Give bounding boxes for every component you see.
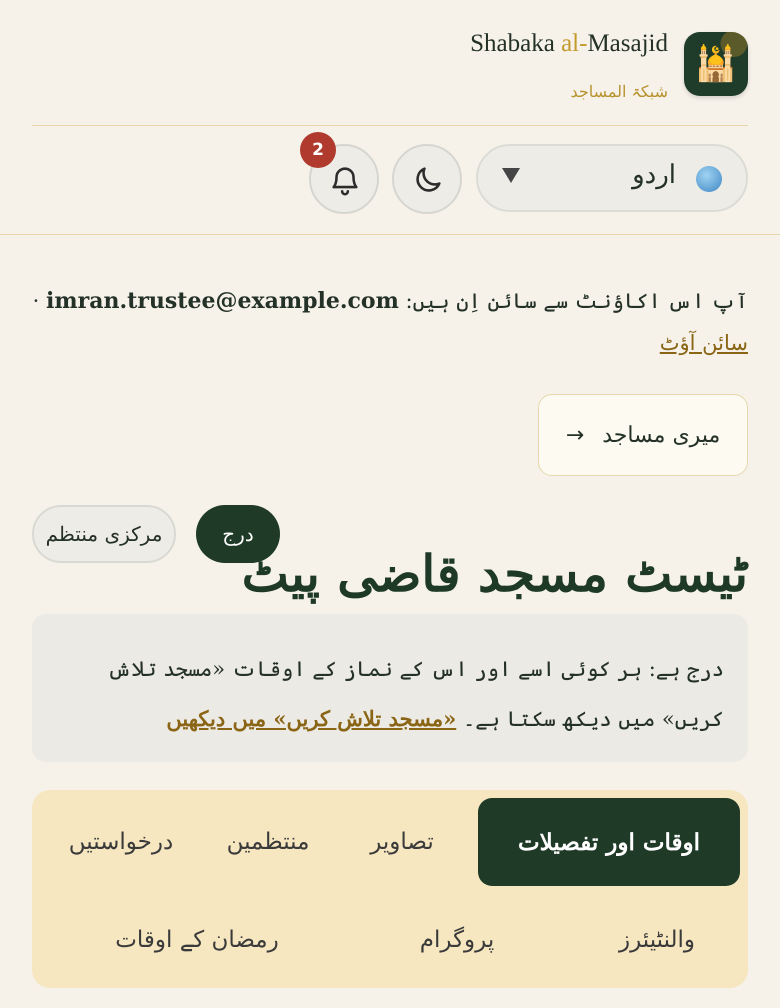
tab-programs[interactable]: پروگرام (382, 900, 532, 980)
bell-icon (332, 167, 358, 196)
listing-notice: درج ہے: ہر کوئی اسے اور اس کے نماز کے او… (32, 614, 748, 762)
brand-subtitle: شبکۃ المساجد (570, 82, 668, 101)
my-masjids-label: میری مساجد (602, 422, 721, 448)
sign-out-link[interactable]: سائن آؤٹ (660, 331, 748, 355)
chevron-down-icon (502, 168, 520, 183)
brand-name: Shabaka al-Masajid (470, 30, 668, 58)
tab-managers[interactable]: منتظمین (198, 798, 338, 886)
tab-requests[interactable]: درخواستیں (46, 798, 196, 886)
tab-timings-details[interactable]: اوقات اور تفصیلات (478, 798, 740, 886)
brand-name-accent: al- (561, 30, 588, 57)
language-select[interactable]: اردو (476, 144, 748, 212)
header-divider (32, 125, 748, 126)
status-badge: درج (196, 505, 280, 563)
theme-toggle-button[interactable] (392, 144, 462, 214)
mosque-icon[interactable]: 🕌 (684, 32, 748, 96)
toolbar-divider (0, 234, 780, 235)
role-badge: مرکزی منتظم (32, 505, 176, 563)
moon-icon (416, 167, 441, 192)
account-email: imran.trustee@example.com (46, 288, 399, 314)
find-masjid-link[interactable]: «مسجد تلاش کریں» میں دیکھیں (166, 706, 456, 731)
masjid-title: ٹیسٹ مسجد قاضی پیٹ (241, 543, 748, 603)
tab-volunteers[interactable]: والنٹیئرز (572, 900, 742, 980)
app-header: Shabaka al-Masajid شبکۃ المساجد 🕌 (0, 0, 780, 126)
tab-ramadan-timings[interactable]: رمضان کے اوقات (82, 900, 312, 980)
my-masjids-button[interactable]: میری مساجد → (538, 394, 748, 476)
arrow-right-icon: → (565, 422, 585, 448)
signed-in-info: آپ اس اکاؤنٹ سے سائن اِن ہیں: imran.trus… (32, 280, 748, 364)
brand-name-suffix: Masajid (587, 30, 668, 57)
separator-dot: · (32, 289, 40, 313)
globe-icon (696, 166, 722, 192)
signed-in-text: آپ اس اکاؤنٹ سے سائن اِن ہیں: (405, 289, 748, 313)
notification-count-badge: 2 (300, 132, 336, 168)
tab-bar: اوقات اور تفصیلات تصاویر منتظمین درخواست… (32, 790, 748, 988)
toolbar: اردو 2 (0, 132, 780, 220)
brand-name-prefix: Shabaka (470, 30, 562, 57)
tab-photos[interactable]: تصاویر (332, 798, 472, 886)
language-selected: اردو (632, 160, 676, 190)
